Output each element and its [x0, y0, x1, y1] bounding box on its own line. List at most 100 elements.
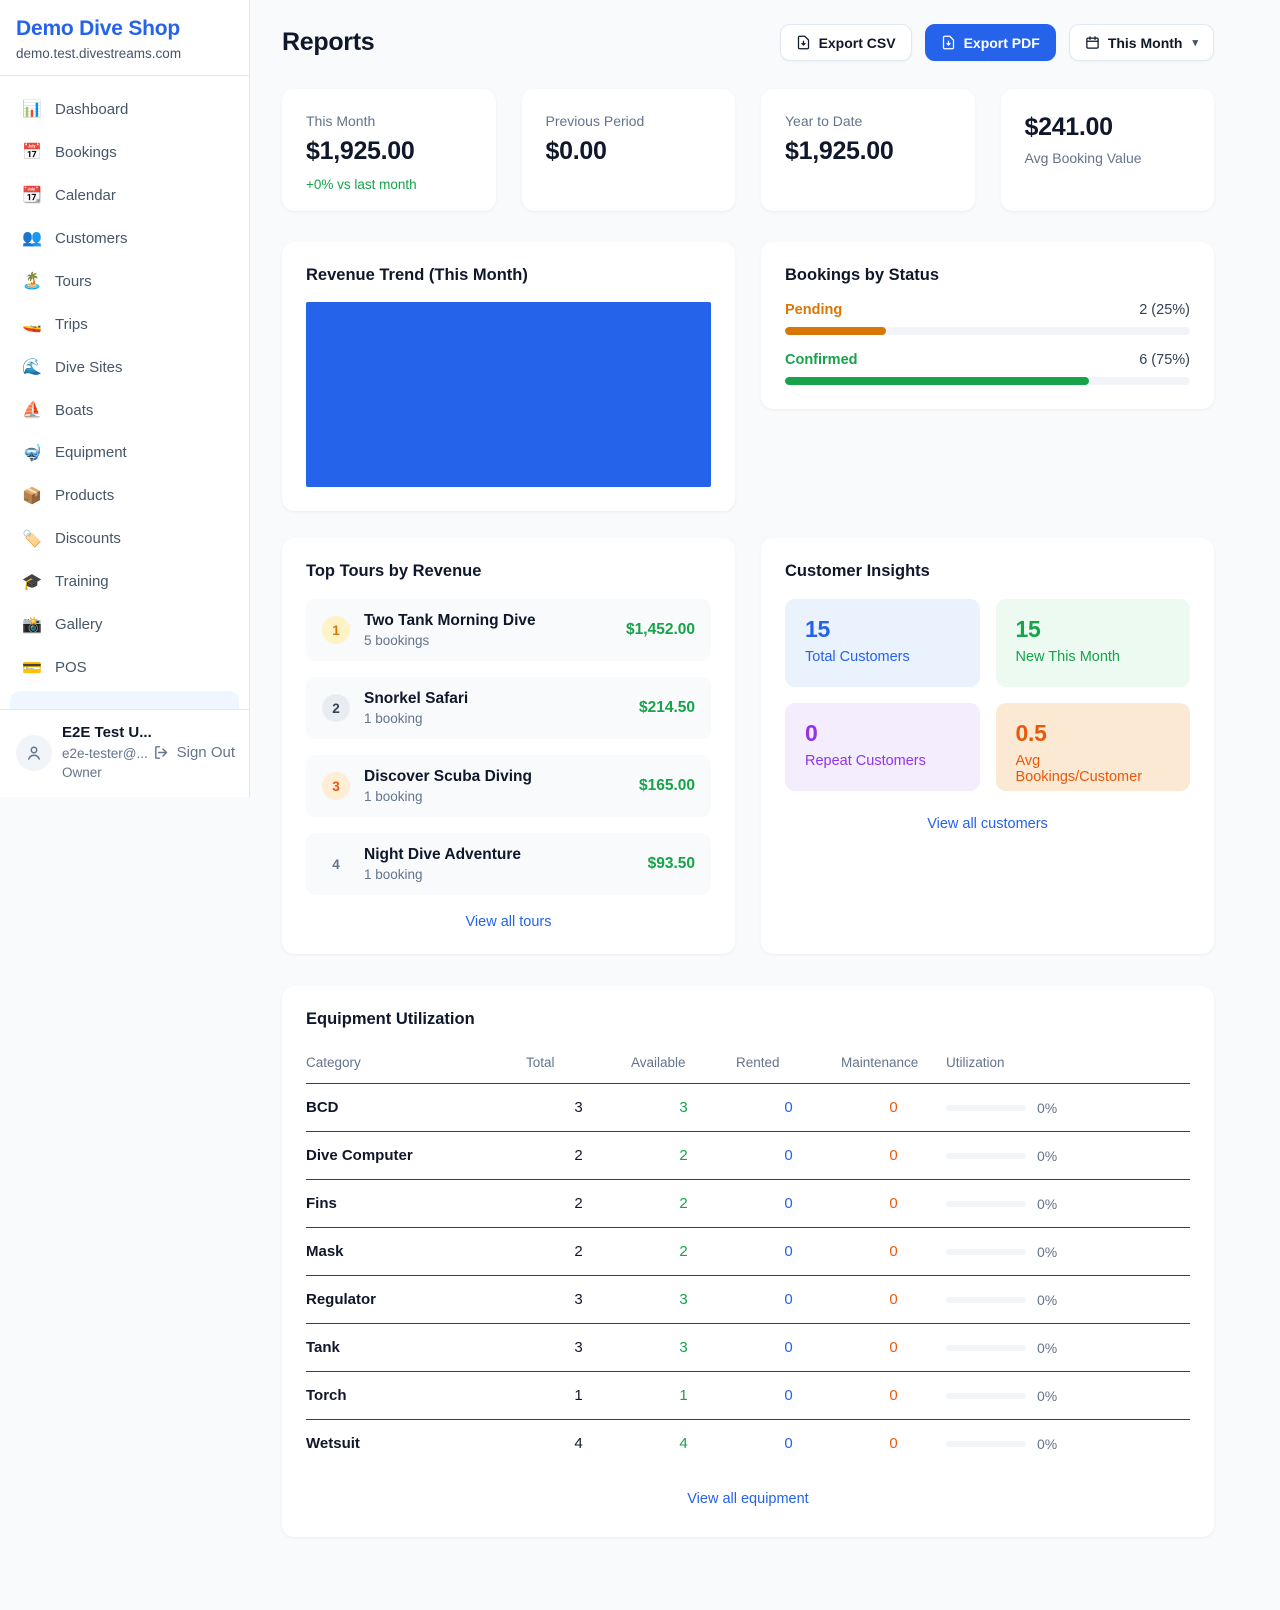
- customer-insights-card: Customer Insights 15 Total Customers 15 …: [761, 538, 1214, 954]
- user-footer: E2E Test U... e2e-tester@... Owner Sign …: [0, 709, 249, 797]
- sidebar-item-reports-partial[interactable]: [10, 691, 239, 709]
- period-dropdown[interactable]: This Month ▾: [1069, 24, 1214, 61]
- equipment-category: Dive Computer: [306, 1132, 526, 1180]
- sidebar-item-customers[interactable]: 👥 Customers: [10, 217, 239, 260]
- view-all-customers-link[interactable]: View all customers: [785, 816, 1190, 832]
- equipment-total: 2: [526, 1132, 631, 1180]
- export-csv-button[interactable]: Export CSV: [780, 24, 912, 61]
- equipment-rented: 0: [736, 1132, 841, 1180]
- sidebar-item-label: Tours: [55, 273, 92, 290]
- stat-label: Previous Period: [546, 113, 712, 129]
- export-pdf-button[interactable]: Export PDF: [925, 24, 1056, 61]
- stat-label: Year to Date: [785, 113, 951, 129]
- sidebar-item-products[interactable]: 📦 Products: [10, 474, 239, 517]
- tour-bookings: 5 bookings: [364, 633, 536, 648]
- status-row-confirmed: Confirmed 6 (75%): [785, 352, 1190, 385]
- stats-row: This Month $1,925.00 +0% vs last month P…: [282, 89, 1214, 211]
- equipment-available: 3: [631, 1324, 736, 1372]
- sidebar-item-calendar[interactable]: 📆 Calendar: [10, 174, 239, 217]
- equipment-available: 2: [631, 1228, 736, 1276]
- equipment-total: 1: [526, 1372, 631, 1420]
- tile-value: 15: [805, 616, 960, 643]
- stat-label: This Month: [306, 113, 472, 129]
- package-icon: 📦: [22, 486, 42, 506]
- sidebar-item-label: Training: [55, 573, 109, 590]
- logout-icon: [153, 744, 170, 761]
- tour-bookings: 1 booking: [364, 789, 532, 804]
- tile-repeat-customers: 0 Repeat Customers: [785, 703, 980, 791]
- utilization-bar: [946, 1105, 1026, 1111]
- tour-item: 4 Night Dive Adventure 1 booking $93.50: [306, 833, 711, 895]
- table-header-row: Category Total Available Rented Maintena…: [306, 1049, 1190, 1084]
- equipment-category: Fins: [306, 1180, 526, 1228]
- rank-badge: 1: [322, 616, 350, 644]
- avatar: [16, 735, 52, 771]
- sidebar-item-tours[interactable]: 🏝️ Tours: [10, 260, 239, 303]
- sidebar-item-training[interactable]: 🎓 Training: [10, 560, 239, 603]
- tour-item: 3 Discover Scuba Diving 1 booking $165.0…: [306, 755, 711, 817]
- revenue-trend-title: Revenue Trend (This Month): [306, 266, 711, 285]
- rank-badge: 3: [322, 772, 350, 800]
- sidebar-item-dive-sites[interactable]: 🌊 Dive Sites: [10, 346, 239, 389]
- sidebar-item-gallery[interactable]: 📸 Gallery: [10, 603, 239, 646]
- sidebar-item-discounts[interactable]: 🏷️ Discounts: [10, 517, 239, 560]
- sidebar-item-bookings[interactable]: 📅 Bookings: [10, 131, 239, 174]
- rank-badge: 2: [322, 694, 350, 722]
- sign-out-button[interactable]: Sign Out: [153, 744, 235, 761]
- sidebar-item-dashboard[interactable]: 📊 Dashboard: [10, 88, 239, 131]
- main-content: Reports Export CSV Export PDF: [250, 0, 1280, 1577]
- table-row: BCD33000%: [306, 1084, 1190, 1132]
- island-icon: 🏝️: [22, 271, 42, 291]
- progress-track: [785, 327, 1190, 335]
- table-row: Torch11000%: [306, 1372, 1190, 1420]
- equipment-table: Category Total Available Rented Maintena…: [306, 1049, 1190, 1467]
- sidebar-item-pos[interactable]: 💳 POS: [10, 646, 239, 689]
- file-download-icon: [796, 35, 811, 50]
- sidebar-item-label: Calendar: [55, 187, 116, 204]
- equipment-utilization-card: Equipment Utilization Category Total Ava…: [282, 986, 1214, 1537]
- stat-card-avg-booking-value: $241.00 Avg Booking Value: [1001, 89, 1215, 211]
- sidebar-item-boats[interactable]: ⛵ Boats: [10, 389, 239, 432]
- top-tours-card: Top Tours by Revenue 1 Two Tank Morning …: [282, 538, 735, 954]
- equipment-total: 3: [526, 1324, 631, 1372]
- sidebar-item-label: Dive Sites: [55, 359, 123, 376]
- sidebar-nav: 📊 Dashboard 📅 Bookings 📆 Calendar 👥 Cust…: [0, 76, 249, 709]
- tile-avg-bookings-customer: 0.5 Avg Bookings/Customer: [996, 703, 1191, 791]
- sidebar-item-label: POS: [55, 659, 87, 676]
- equipment-maintenance: 0: [841, 1372, 946, 1420]
- tour-amount: $214.50: [639, 699, 695, 717]
- view-all-equipment-link[interactable]: View all equipment: [306, 1491, 1190, 1507]
- calendar-icon: [1085, 35, 1100, 50]
- tile-value: 15: [1016, 616, 1171, 643]
- table-row: Regulator33000%: [306, 1276, 1190, 1324]
- chevron-down-icon: ▾: [1192, 36, 1198, 49]
- equipment-total: 3: [526, 1276, 631, 1324]
- equipment-rented: 0: [736, 1324, 841, 1372]
- equipment-utilization: 0%: [946, 1372, 1190, 1420]
- stat-label: Avg Booking Value: [1025, 150, 1191, 166]
- header-actions: Export CSV Export PDF This Month ▾: [780, 24, 1214, 61]
- sidebar-item-label: Customers: [55, 230, 128, 247]
- view-all-tours-link[interactable]: View all tours: [306, 914, 711, 930]
- sidebar-item-label: Discounts: [55, 530, 121, 547]
- equipment-rented: 0: [736, 1228, 841, 1276]
- sidebar-item-trips[interactable]: 🚤 Trips: [10, 303, 239, 346]
- utilization-bar: [946, 1249, 1026, 1255]
- equipment-maintenance: 0: [841, 1420, 946, 1468]
- progress-fill: [785, 377, 1089, 385]
- utilization-bar: [946, 1393, 1026, 1399]
- sidebar-item-equipment[interactable]: 🤿 Equipment: [10, 432, 239, 475]
- equipment-available: 1: [631, 1372, 736, 1420]
- brand-block: Demo Dive Shop demo.test.divestreams.com: [0, 0, 249, 76]
- wave-icon: 🌊: [22, 357, 42, 377]
- dashboard-icon: 📊: [22, 99, 42, 119]
- tile-total-customers: 15 Total Customers: [785, 599, 980, 687]
- equipment-rented: 0: [736, 1420, 841, 1468]
- equipment-maintenance: 0: [841, 1228, 946, 1276]
- sidebar-item-label: Trips: [55, 316, 88, 333]
- sidebar-item-label: Equipment: [55, 444, 127, 461]
- speedboat-icon: 🚤: [22, 314, 42, 334]
- table-row: Wetsuit44000%: [306, 1420, 1190, 1468]
- sidebar: Demo Dive Shop demo.test.divestreams.com…: [0, 0, 250, 797]
- tour-bookings: 1 booking: [364, 711, 468, 726]
